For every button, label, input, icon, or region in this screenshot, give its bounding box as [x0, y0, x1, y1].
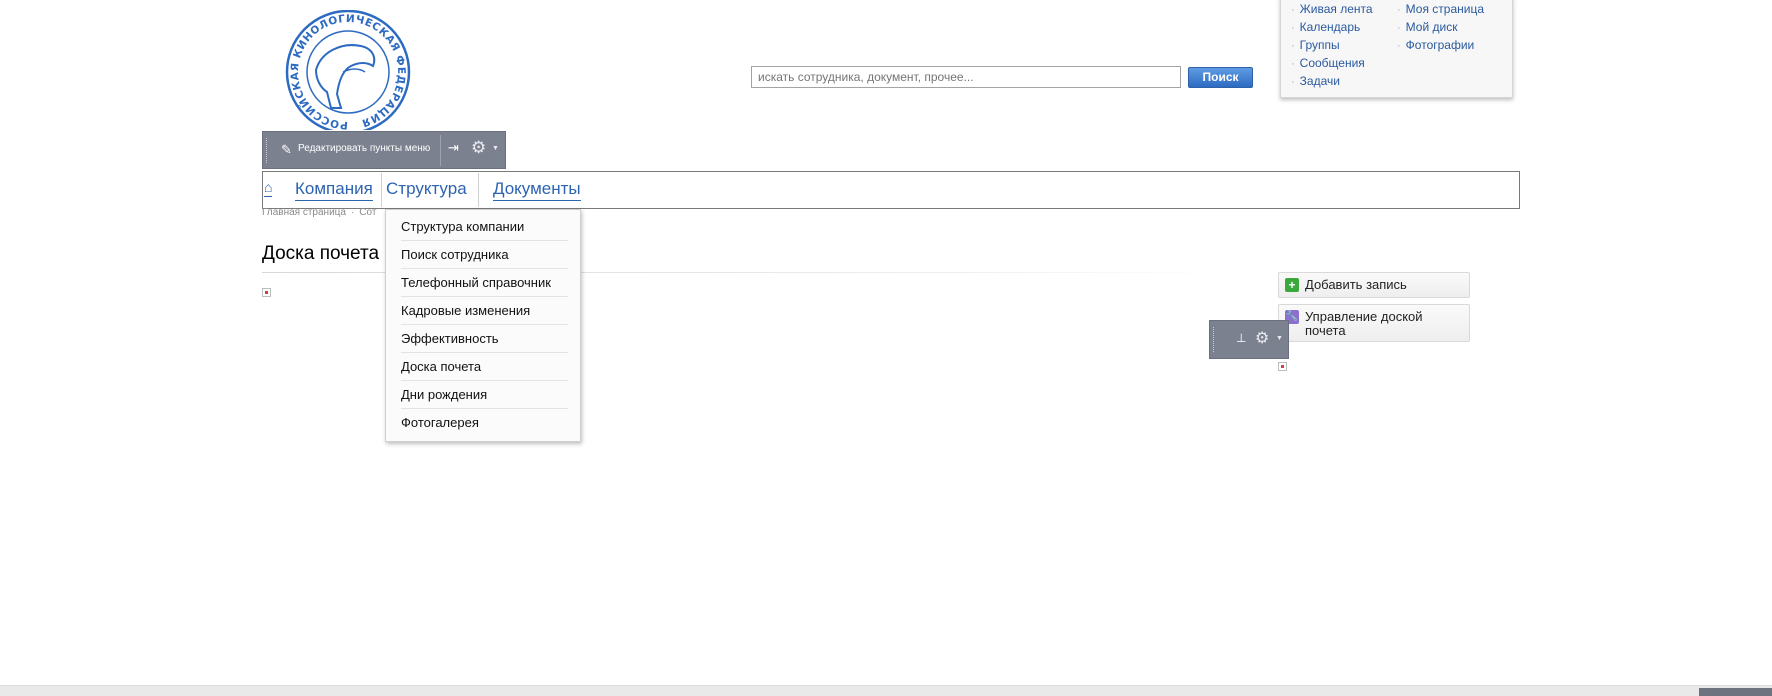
breadcrumb-item-home[interactable]: Главная страница [262, 207, 346, 218]
nav-divider [381, 173, 382, 207]
gear-icon[interactable]: ⚙ [471, 138, 486, 158]
quick-link-live-feed[interactable]: · Живая лента [1291, 2, 1373, 20]
quick-link-my-page[interactable]: · Моя страница [1397, 2, 1484, 20]
menu-item-efficiency[interactable]: Эффективность [401, 325, 568, 353]
quick-link-messages[interactable]: · Сообщения [1291, 56, 1373, 74]
nav-item-company[interactable]: Компания [295, 178, 373, 201]
quick-links-column-left: · Живая лента · Календарь · Группы · Сообщен… [1291, 2, 1373, 92]
quick-link-photos[interactable]: · Фотографии [1397, 38, 1484, 56]
logo-emblem: РОССИЙСКАЯ КИНОЛОГИЧЕСКАЯ ФЕДЕРАЦИЯ [285, 10, 411, 130]
menu-item-hr-changes[interactable]: Кадровые изменения [401, 297, 568, 325]
broken-image-icon [262, 288, 271, 297]
quick-link-label: Календарь [1299, 20, 1361, 34]
drag-handle[interactable] [266, 138, 269, 163]
add-record-button[interactable]: + Добавить запись [1278, 272, 1470, 298]
nav-item-structure[interactable]: Структура [386, 178, 467, 200]
menu-item-photo-gallery[interactable]: Фотогалерея [401, 409, 568, 437]
quick-link-label: Моя страница [1405, 2, 1485, 16]
drag-handle[interactable] [1213, 327, 1216, 352]
chevron-down-icon[interactable]: ▼ [1276, 335, 1283, 342]
search-button[interactable]: Поиск [1188, 67, 1253, 88]
quick-link-calendar[interactable]: · Календарь [1291, 20, 1373, 38]
add-record-label: Добавить запись [1305, 277, 1407, 292]
home-icon[interactable]: ⌂ [264, 178, 273, 197]
breadcrumb-separator: · [350, 207, 355, 218]
manage-honor-board-label: Управление доской почета [1305, 309, 1423, 338]
company-logo[interactable]: РОССИЙСКАЯ КИНОЛОГИЧЕСКАЯ ФЕДЕРАЦИЯ [281, 10, 416, 130]
menu-item-birthdays[interactable]: Дни рождения [401, 381, 568, 409]
quick-link-label: Задачи [1299, 74, 1340, 88]
quick-link-label: Мой диск [1405, 20, 1458, 34]
edit-menu-toolbar: ✎ Редактировать пункты меню ⇥ ⚙ ▼ [262, 131, 506, 169]
edit-menu-items-button[interactable]: Редактировать пункты меню [298, 143, 430, 154]
manage-honor-board-button[interactable]: 🔧 Управление доской почета [1278, 304, 1470, 342]
pin-icon[interactable]: ⇥ [448, 140, 459, 156]
quick-link-label: Живая лента [1299, 2, 1373, 16]
page-title: Доска почета [262, 243, 380, 264]
quick-link-label: Сообщения [1299, 56, 1365, 70]
broken-image-icon [1278, 362, 1287, 371]
plus-icon: + [1285, 278, 1299, 292]
menu-item-phone-directory[interactable]: Телефонный справочник [401, 269, 568, 297]
component-toolbar: ⊥ ⚙ ▼ [1209, 320, 1289, 359]
structure-dropdown-menu: Структура компании Поиск сотрудника Теле… [385, 209, 581, 442]
nav-item-documents[interactable]: Документы [493, 178, 581, 201]
breadcrumb: Главная страница · Сот [262, 207, 376, 218]
menu-item-employee-search[interactable]: Поиск сотрудника [401, 241, 568, 269]
gear-icon[interactable]: ⚙ [1255, 328, 1269, 348]
quick-link-my-disk[interactable]: · Мой диск [1397, 20, 1484, 38]
nav-divider [478, 173, 479, 207]
quick-links-panel: · Живая лента · Календарь · Группы · Сообщен… [1280, 0, 1513, 98]
breadcrumb-item-employees[interactable]: Сот [359, 207, 376, 218]
quick-link-tasks[interactable]: · Задачи [1291, 74, 1373, 92]
toolbar-divider [440, 135, 441, 166]
pencil-icon: ✎ [281, 142, 292, 157]
search-input[interactable] [751, 66, 1181, 88]
quick-link-label: Группы [1299, 38, 1340, 52]
quick-link-groups[interactable]: · Группы [1291, 38, 1373, 56]
quick-links-column-right: · Моя страница · Мой диск · Фотографии [1397, 2, 1484, 56]
footer-bar [0, 685, 1772, 696]
footer-corner-panel[interactable] [1699, 688, 1772, 696]
pin-icon[interactable]: ⊥ [1236, 331, 1246, 345]
quick-link-label: Фотографии [1405, 38, 1475, 52]
main-nav: ⌂ Компания Структура Документы [262, 171, 1520, 209]
chevron-down-icon[interactable]: ▼ [492, 145, 499, 152]
menu-item-honor-board[interactable]: Доска почета [401, 353, 568, 381]
menu-item-company-structure[interactable]: Структура компании [401, 213, 568, 241]
